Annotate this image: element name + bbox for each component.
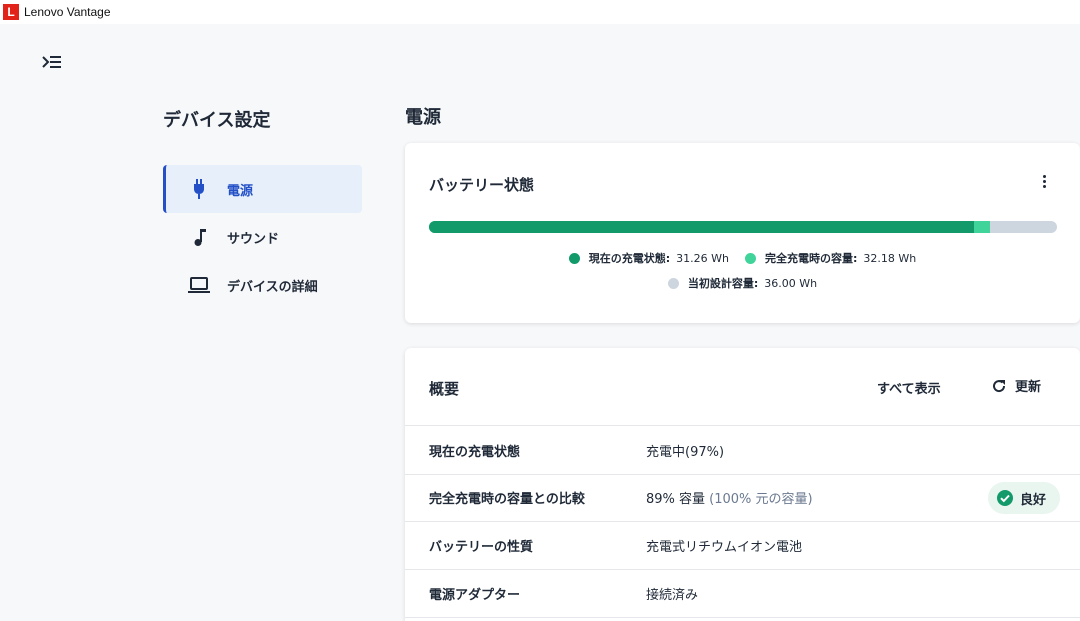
refresh-button[interactable]: 更新 <box>991 376 1041 395</box>
row-value-original: (100% 元の容量) <box>709 492 813 507</box>
menu-toggle-button[interactable] <box>40 52 64 72</box>
laptop-icon <box>188 277 210 293</box>
show-all-button[interactable]: すべて表示 <box>877 378 941 397</box>
window-title: Lenovo Vantage <box>24 5 111 19</box>
sidebar-item-device-details[interactable]: デバイスの詳細 <box>163 261 362 309</box>
current-charge-fill <box>429 221 975 233</box>
row-value: 89% 容量 (100% 元の容量) <box>646 492 813 507</box>
sidebar-item-power[interactable]: 電源 <box>163 165 362 213</box>
legend-current-charge: 現在の充電状態: 31.26 Wh <box>568 250 729 266</box>
music-note-icon <box>194 229 206 246</box>
more-options-button[interactable] <box>1036 173 1052 189</box>
title-bar: L Lenovo Vantage <box>0 0 1080 24</box>
summary-card: 概要 すべて表示 更新 現在の充電状態 充電中(97%) 完全充電時の容量との比… <box>405 348 1080 621</box>
row-label: 完全充電時の容量との比較 <box>429 492 585 507</box>
row-label: バッテリーの性質 <box>429 540 534 555</box>
legend-design-capacity: 当初設計容量: 36.00 Wh <box>667 275 818 291</box>
lenovo-logo: L <box>3 4 19 20</box>
legend-label: 完全充電時の容量: <box>765 252 858 265</box>
legend-dot <box>745 252 756 264</box>
power-plug-icon <box>194 179 204 199</box>
legend-value: 31.26 Wh <box>676 251 729 265</box>
sidebar-item-label: 電源 <box>227 183 254 199</box>
sidebar-item-label: デバイスの詳細 <box>227 279 318 295</box>
refresh-icon <box>993 379 1006 392</box>
more-vertical-icon <box>1042 174 1046 178</box>
legend-value: 32.18 Wh <box>863 251 917 265</box>
row-value: 充電式リチウムイオン電池 <box>646 540 803 555</box>
status-badge-label: 良好 <box>1020 492 1047 508</box>
legend-value: 36.00 Wh <box>764 276 818 290</box>
menu-collapse-icon <box>42 56 61 68</box>
sidebar-item-label: サウンド <box>227 231 280 247</box>
summary-row-battery-type: バッテリーの性質 充電式リチウムイオン電池 <box>405 522 1080 570</box>
row-value: 充電中(97%) <box>646 445 725 460</box>
battery-capacity-bar <box>429 221 1057 233</box>
summary-row-capacity-comparison: 完全充電時の容量との比較 89% 容量 (100% 元の容量) 良好 <box>405 474 1080 522</box>
legend-label: 当初設計容量: <box>687 277 759 290</box>
battery-status-card: バッテリー状態 現在の充電状態: 31.26 Wh 完全充電時の容量: 32.1… <box>405 143 1080 323</box>
battery-card-title: バッテリー状態 <box>429 176 535 194</box>
row-label: 現在の充電状態 <box>429 445 521 460</box>
summary-header: 概要 すべて表示 更新 <box>405 348 1080 426</box>
legend-row-2: 当初設計容量: 36.00 Wh <box>405 275 1080 291</box>
row-value: 接続済み <box>646 588 699 603</box>
sidebar-item-sound[interactable]: サウンド <box>163 213 362 261</box>
sidebar-title: デバイス設定 <box>163 110 271 131</box>
page-title: 電源 <box>405 107 441 128</box>
legend-dot <box>568 252 580 264</box>
summary-row-charge-state: 現在の充電状態 充電中(97%) <box>405 427 1080 475</box>
legend-label: 現在の充電状態: <box>588 252 671 265</box>
legend-row-1: 現在の充電状態: 31.26 Wh 完全充電時の容量: 32.18 Wh <box>405 250 1080 266</box>
status-badge: 良好 <box>988 482 1061 514</box>
check-circle-icon <box>997 490 1013 506</box>
summary-row-power-adapter: 電源アダプター 接続済み <box>405 570 1080 618</box>
row-label: 電源アダプター <box>429 588 521 603</box>
legend-full-charge-capacity: 完全充電時の容量: 32.18 Wh <box>745 250 916 266</box>
legend-dot <box>667 277 679 289</box>
refresh-label: 更新 <box>1015 380 1042 395</box>
summary-title: 概要 <box>429 380 460 398</box>
